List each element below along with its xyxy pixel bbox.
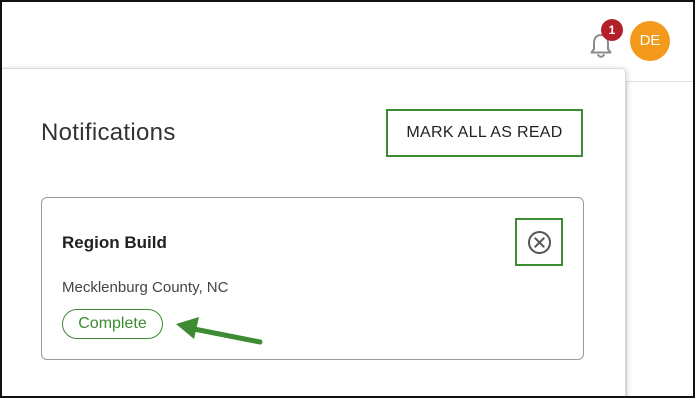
unread-count-badge: 1 [601, 19, 623, 41]
arrow-left-icon [176, 317, 263, 345]
background-content [626, 82, 693, 396]
mark-all-as-read-button[interactable]: MARK ALL AS READ [386, 109, 583, 157]
status-badge: Complete [62, 309, 163, 339]
user-avatar[interactable]: DE [630, 21, 670, 61]
dismiss-notification-button[interactable] [515, 218, 563, 266]
notifications-panel: Notifications MARK ALL AS READ Region Bu… [2, 68, 626, 396]
screenshot-frame: 1 DE Notifications MARK ALL AS READ Regi… [0, 0, 695, 398]
close-circle-icon [528, 231, 551, 254]
notification-location: Mecklenburg County, NC [62, 279, 229, 296]
notification-title: Region Build [62, 233, 167, 252]
panel-title: Notifications [41, 119, 176, 146]
notification-card: Region Build Mecklenburg County, NC Comp… [41, 197, 584, 360]
